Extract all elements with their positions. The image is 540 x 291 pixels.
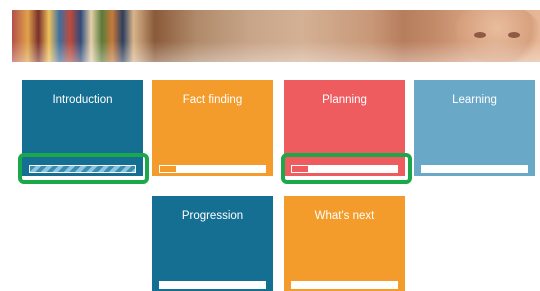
tile-whats-next[interactable]: What's next	[284, 196, 405, 291]
tile-label: Progression	[181, 210, 244, 222]
tile-label: Fact finding	[182, 94, 243, 106]
tile-learning[interactable]: Learning	[414, 80, 535, 176]
progress-bar	[291, 281, 398, 289]
tile-label: What's next	[314, 210, 375, 222]
progress-fill	[160, 166, 176, 172]
progress-bar	[421, 165, 528, 173]
progress-bar	[159, 165, 266, 173]
tile-label: Learning	[452, 94, 497, 106]
progress-bar	[159, 281, 266, 289]
highlight-planning-progress	[281, 153, 412, 184]
tile-progression[interactable]: Progression	[152, 196, 273, 291]
tile-label: Planning	[322, 94, 367, 106]
header-banner-image	[12, 10, 540, 62]
highlight-introduction-progress	[18, 153, 149, 184]
tile-fact-finding[interactable]: Fact finding	[152, 80, 273, 176]
tile-label: Introduction	[52, 94, 113, 106]
